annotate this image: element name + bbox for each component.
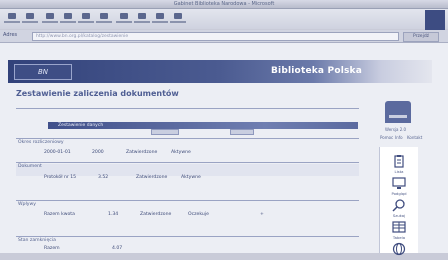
back-icon <box>8 13 16 19</box>
site-logo[interactable]: BN <box>14 64 72 80</box>
subtab-2[interactable] <box>230 129 254 135</box>
back-button[interactable] <box>4 12 20 26</box>
mail-button[interactable] <box>152 12 168 26</box>
search-icon <box>100 13 108 19</box>
stop-icon <box>46 13 54 19</box>
history-button[interactable] <box>134 12 150 26</box>
clipboard-icon <box>394 155 404 168</box>
window-title: Gabinet Biblioteka Narodowa - Microsoft <box>173 1 275 7</box>
section-value: 3.52 <box>98 175 109 180</box>
forward-icon <box>26 13 34 19</box>
star-icon <box>120 13 128 19</box>
favorites-button[interactable] <box>116 12 132 26</box>
banner-title: Biblioteka Polska <box>271 66 363 76</box>
sidebar-item-label: Podgląd <box>391 191 407 196</box>
section-value: 2000-01-01 <box>44 150 71 155</box>
section-value: Zatwierdzone <box>136 175 168 180</box>
go-button[interactable]: Przejdź <box>403 32 439 42</box>
tab-bar-label: Zestawienie danych <box>58 123 104 128</box>
address-label: Adres <box>3 32 18 38</box>
page-title: Zestawienie zaliczenia dokumentów <box>16 89 179 98</box>
content-area: Zestawienie danych Okres rozliczeniowy 2… <box>16 100 361 251</box>
sidebar-item-table[interactable]: Tabela <box>392 219 406 240</box>
globe-icon <box>392 242 406 256</box>
stop-button[interactable] <box>42 12 58 26</box>
sidebar-item-list[interactable]: Lista <box>392 153 406 174</box>
section-value: Protokół nr 15 <box>44 175 77 180</box>
address-input[interactable]: http://www.bn.org.pl/katalog/zestawienie <box>32 32 399 41</box>
sidebar-link-help[interactable]: Pomoc <box>380 135 393 140</box>
browser-toolbar <box>0 9 448 29</box>
sidebar-item-preview[interactable]: Podgląd <box>391 175 407 196</box>
version-text: Wersja 2.0 <box>385 127 407 132</box>
section-value: Razem <box>44 246 60 251</box>
library-emblem <box>385 101 411 123</box>
title-bar: Gabinet Biblioteka Narodowa - Microsoft <box>0 0 448 9</box>
monitor-icon <box>392 177 406 189</box>
sidebar-item-search[interactable]: Szukaj <box>392 197 406 218</box>
address-value: http://www.bn.org.pl/katalog/zestawienie <box>36 34 129 39</box>
sidebar-link-info[interactable]: Info <box>395 135 403 140</box>
section-title: Wpływy <box>18 202 36 207</box>
forward-button[interactable] <box>22 12 38 26</box>
refresh-button[interactable] <box>60 12 76 26</box>
divider <box>16 108 359 109</box>
sidebar-item-label: Lista <box>394 169 404 174</box>
section-value: Zatwierdzone <box>140 212 172 217</box>
section-value: 1.34 <box>108 212 119 217</box>
section-value: 4.07 <box>112 246 123 251</box>
print-icon <box>174 13 182 19</box>
history-icon <box>138 13 146 19</box>
subtab-1[interactable] <box>151 129 179 135</box>
sidebar-link-contact[interactable]: Kontakt <box>407 135 422 140</box>
sidebar-item-label: Tabela <box>392 235 406 240</box>
mail-icon <box>156 13 164 19</box>
section-value: Aktywne <box>171 150 191 155</box>
table-icon <box>392 221 406 233</box>
home-button[interactable] <box>78 12 94 26</box>
section-title: Stan zamknięcia <box>18 238 56 243</box>
section-value: Oczekuje <box>188 212 209 217</box>
section-value: Aktywne <box>181 175 201 180</box>
search-button[interactable] <box>96 12 112 26</box>
print-button[interactable] <box>170 12 186 26</box>
section-value: 2000 <box>92 150 104 155</box>
section-title: Dokument <box>18 164 42 169</box>
add-button[interactable]: + <box>260 212 264 217</box>
home-icon <box>82 13 90 19</box>
section-value: Razem kwota <box>44 212 75 217</box>
search-icon <box>392 199 405 212</box>
refresh-icon <box>64 13 72 19</box>
section-title: Okres rozliczeniowy <box>18 140 64 145</box>
section-value: Zatwierdzone <box>126 150 158 155</box>
sidebar-item-label: Szukaj <box>392 213 406 218</box>
sidebar-panel: Lista Podgląd Szukaj Tabela <box>379 147 418 256</box>
browser-logo <box>425 10 445 30</box>
